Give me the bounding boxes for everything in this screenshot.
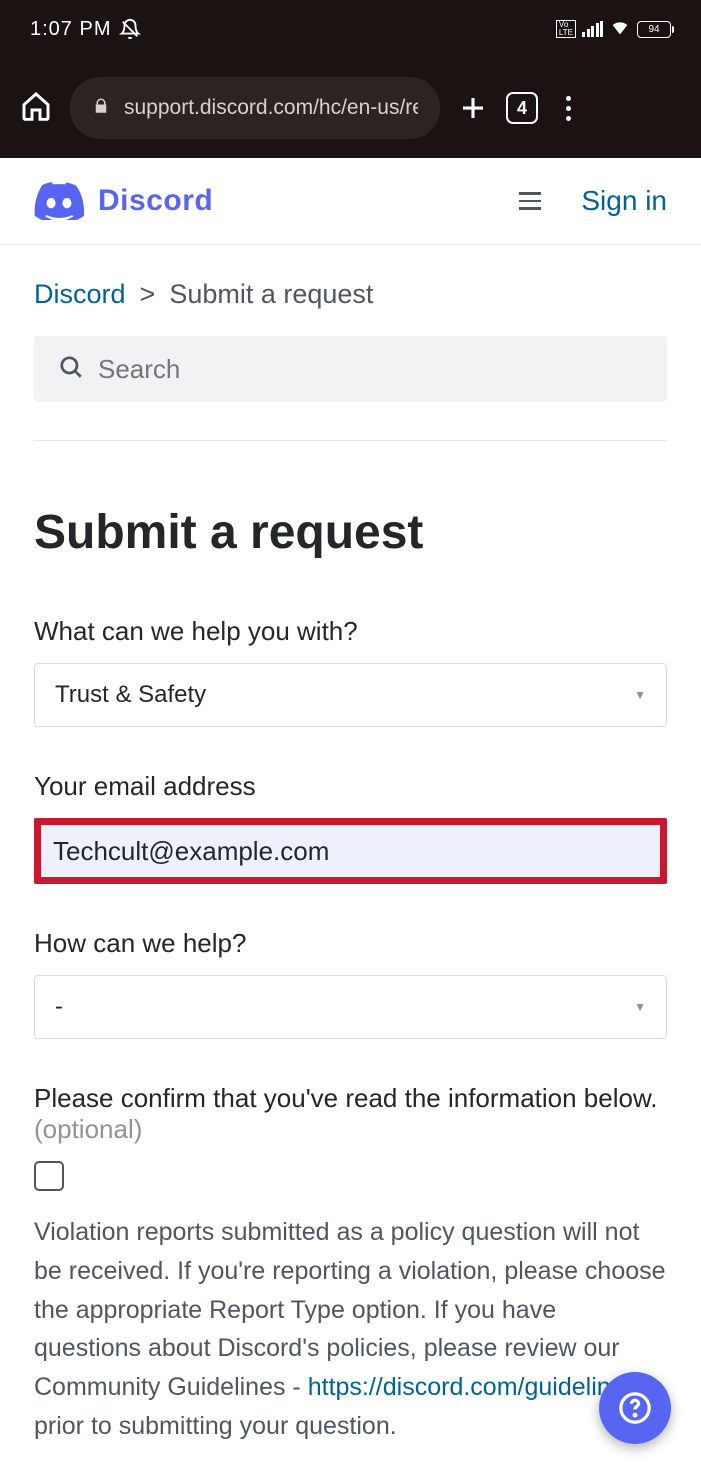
url-text: support.discord.com/hc/en-us/requ	[124, 96, 418, 120]
sign-in-link[interactable]: Sign in	[581, 185, 667, 217]
email-label: Your email address	[34, 771, 667, 802]
breadcrumb-root[interactable]: Discord	[34, 279, 126, 310]
how-help-label: How can we help?	[34, 928, 667, 959]
chevron-down-icon: ▼	[634, 1000, 646, 1014]
signal-icon	[582, 21, 603, 37]
field-help-with: What can we help you with? Trust & Safet…	[34, 616, 667, 727]
divider	[34, 440, 667, 441]
battery-percent: 94	[648, 24, 659, 35]
discord-wordmark: Discord	[98, 184, 213, 218]
home-icon[interactable]	[20, 90, 52, 127]
help-icon	[618, 1391, 652, 1425]
page-content: Discord > Submit a request Search Submit…	[0, 245, 701, 1446]
breadcrumb: Discord > Submit a request	[34, 279, 667, 310]
confirm-label-optional: (optional)	[34, 1114, 142, 1144]
confirm-info-text: Violation reports submitted as a policy …	[34, 1213, 667, 1446]
how-help-value: -	[55, 993, 63, 1021]
page-title: Submit a request	[34, 505, 667, 560]
help-button[interactable]	[599, 1372, 671, 1444]
help-with-value: Trust & Safety	[55, 681, 206, 709]
confirm-label-main: Please confirm that you've read the info…	[34, 1083, 658, 1113]
email-input[interactable]: Techcult@example.com	[34, 818, 667, 884]
site-header: Discord Sign in	[0, 158, 701, 245]
field-confirm: Please confirm that you've read the info…	[34, 1083, 667, 1446]
android-status-bar: 1:07 PM VoLTE 94	[0, 0, 701, 58]
search-placeholder: Search	[98, 354, 180, 385]
overflow-menu-icon[interactable]	[556, 96, 580, 121]
confirm-checkbox[interactable]	[34, 1161, 64, 1191]
field-how-help: How can we help? - ▼	[34, 928, 667, 1039]
how-help-select[interactable]: - ▼	[34, 975, 667, 1039]
wifi-icon	[609, 16, 631, 43]
guidelines-link[interactable]: https://discord.com/guidelines	[308, 1373, 637, 1401]
address-bar[interactable]: support.discord.com/hc/en-us/requ	[70, 77, 440, 139]
discord-logo[interactable]: Discord	[34, 182, 213, 220]
dnd-icon	[119, 18, 141, 40]
search-input[interactable]: Search	[34, 336, 667, 402]
search-icon	[58, 354, 84, 385]
menu-icon[interactable]	[519, 192, 541, 210]
help-with-label: What can we help you with?	[34, 616, 667, 647]
volte-icon: VoLTE	[556, 20, 576, 38]
new-tab-icon[interactable]	[458, 93, 488, 123]
browser-toolbar: support.discord.com/hc/en-us/requ 4	[0, 58, 701, 158]
discord-logo-icon	[34, 182, 84, 220]
help-with-select[interactable]: Trust & Safety ▼	[34, 663, 667, 727]
lock-icon	[92, 97, 110, 120]
confirm-label: Please confirm that you've read the info…	[34, 1083, 667, 1145]
email-value: Techcult@example.com	[53, 836, 329, 867]
breadcrumb-current: Submit a request	[169, 279, 373, 310]
breadcrumb-separator: >	[140, 279, 156, 310]
status-right: VoLTE 94	[556, 16, 671, 43]
field-email: Your email address Techcult@example.com	[34, 771, 667, 884]
battery-indicator: 94	[637, 21, 671, 38]
clock: 1:07 PM	[30, 18, 111, 41]
chevron-down-icon: ▼	[634, 688, 646, 702]
status-left: 1:07 PM	[30, 18, 141, 41]
tabs-button[interactable]: 4	[506, 92, 538, 124]
